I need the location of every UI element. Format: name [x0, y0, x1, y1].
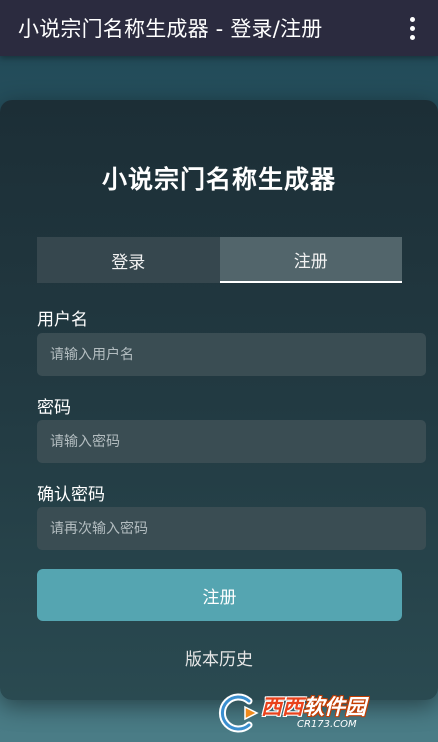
- watermark-logo: 西西软件园 CR173.COM: [215, 692, 420, 734]
- app-bar: 小说宗门名称生成器 - 登录/注册: [0, 0, 438, 56]
- password-label: 密码: [37, 398, 71, 418]
- watermark-brand-white: 软件园: [303, 695, 366, 719]
- cr-logo-icon: [215, 693, 259, 733]
- auth-card: 小说宗门名称生成器 登录 注册 用户名 密码 确认密码 注册 版本历史: [0, 100, 438, 700]
- tab-register[interactable]: 注册: [219, 237, 402, 283]
- watermark-text: 西西软件园 CR173.COM: [261, 695, 366, 731]
- tab-login[interactable]: 登录: [37, 237, 220, 283]
- register-button[interactable]: 注册: [37, 569, 402, 621]
- username-input[interactable]: [37, 333, 426, 376]
- app-title: 小说宗门名称生成器 - 登录/注册: [18, 17, 323, 41]
- confirm-password-input[interactable]: [37, 507, 426, 550]
- version-history-link[interactable]: 版本历史: [0, 645, 438, 670]
- watermark-brand-red: 西西: [261, 695, 303, 719]
- confirm-password-label: 确认密码: [37, 485, 105, 505]
- password-input[interactable]: [37, 420, 426, 463]
- watermark-domain: CR173.COM: [297, 719, 357, 730]
- auth-tabs: 登录 注册: [37, 237, 402, 283]
- username-label: 用户名: [37, 310, 88, 330]
- more-vert-icon[interactable]: [400, 13, 424, 43]
- card-title: 小说宗门名称生成器: [101, 165, 336, 194]
